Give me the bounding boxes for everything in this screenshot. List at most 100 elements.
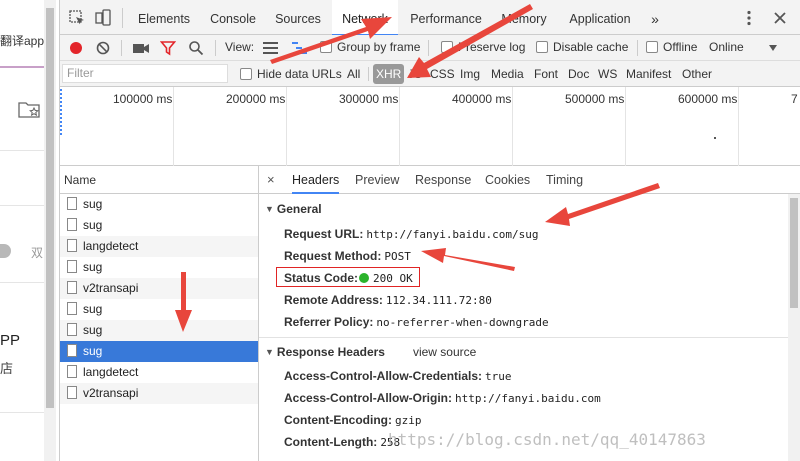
checkbox-box[interactable] <box>240 68 252 80</box>
disable-cache-label: Disable cache <box>553 40 629 54</box>
header-key: Remote Address: <box>284 293 383 307</box>
tab-timing[interactable]: Timing <box>546 166 583 194</box>
close-icon[interactable] <box>771 9 789 27</box>
header-value: no-referrer-when-downgrade <box>376 316 549 329</box>
filter-type-xhr[interactable]: XHR <box>373 64 405 84</box>
header-key: Content-Length: <box>284 435 378 449</box>
checkbox-box[interactable] <box>320 41 332 53</box>
document-icon <box>67 302 77 315</box>
filter-type-font[interactable]: Font <box>534 61 558 87</box>
filter-type-ws[interactable]: WS <box>598 61 617 87</box>
preserve-log-label: Preserve log <box>458 40 526 54</box>
request-row[interactable]: v2transapi <box>60 278 258 299</box>
request-row[interactable]: langdetect <box>60 236 258 257</box>
preserve-log-checkbox[interactable]: Preserve log <box>441 35 525 61</box>
filter-type-css[interactable]: CSS <box>430 61 455 87</box>
response-header-row: Access-Control-Allow-Origin: http://fanyi… <box>284 391 601 405</box>
request-row-selected[interactable]: sug <box>60 341 258 362</box>
checkbox-box[interactable] <box>441 41 453 53</box>
tab-network[interactable]: Network <box>332 0 398 36</box>
waterfall-icon[interactable] <box>292 41 307 55</box>
filter-type-media[interactable]: Media <box>491 61 524 87</box>
view-label: View: <box>225 40 255 54</box>
clear-icon[interactable] <box>95 40 111 56</box>
tab-performance[interactable]: Performance <box>403 0 489 35</box>
throttling-select[interactable]: Online <box>709 35 744 61</box>
header-value: http://fanyi.baidu.com <box>455 392 601 405</box>
devtools-tabbar: Elements Console Sources Network Perform… <box>60 0 800 36</box>
filter-icon[interactable] <box>160 40 176 56</box>
request-row[interactable]: sug <box>60 215 258 236</box>
checkbox-box[interactable] <box>646 41 658 53</box>
general-section-header[interactable]: ▼ General <box>265 202 322 216</box>
header-key: Access-Control-Allow-Credentials: <box>284 369 483 383</box>
toolbar-separator <box>121 40 122 56</box>
request-row[interactable]: v2transapi <box>60 383 258 404</box>
document-icon <box>67 386 77 399</box>
large-rows-icon[interactable] <box>263 41 278 55</box>
search-icon[interactable] <box>188 40 204 56</box>
filter-type-other[interactable]: Other <box>682 61 712 87</box>
header-key: Request URL: <box>284 227 364 241</box>
request-row[interactable]: sug <box>60 194 258 215</box>
tab-cookies[interactable]: Cookies <box>485 166 530 194</box>
request-row[interactable]: sug <box>60 320 258 341</box>
header-key: Access-Control-Allow-Origin: <box>284 391 453 405</box>
filter-type-js[interactable]: JS <box>408 61 422 87</box>
filter-separator <box>368 67 369 81</box>
tab-headers[interactable]: Headers <box>292 166 340 194</box>
timeline-overview[interactable]: 100000 ms 200000 ms 300000 ms 400000 ms … <box>60 87 800 166</box>
view-source-link[interactable]: view source <box>413 345 476 359</box>
disable-cache-checkbox[interactable]: Disable cache <box>536 35 628 61</box>
request-name: sug <box>83 260 103 274</box>
toolbar-separator <box>637 40 638 56</box>
timeline-gridline <box>399 87 400 166</box>
throttle-dropdown-icon[interactable] <box>768 44 778 52</box>
hide-data-urls-checkbox[interactable]: Hide data URLs <box>240 61 342 87</box>
camera-icon[interactable] <box>132 40 150 56</box>
close-details-button[interactable]: × <box>267 166 275 194</box>
group-by-frame-checkbox[interactable]: Group by frame <box>320 35 420 61</box>
toolbar-separator <box>428 40 429 56</box>
request-row[interactable]: sug <box>60 299 258 320</box>
request-url-row: Request URL: http://fanyi.baidu.com/sug <box>284 227 539 241</box>
filter-type-img[interactable]: Img <box>460 61 480 87</box>
tab-sources[interactable]: Sources <box>268 0 328 35</box>
page-separator <box>0 205 44 206</box>
kebab-icon[interactable] <box>740 9 758 27</box>
device-icon[interactable] <box>94 9 112 27</box>
page-toggle[interactable] <box>0 244 11 258</box>
response-headers-section-header[interactable]: ▼ Response Headers view source <box>265 345 476 359</box>
request-name: v2transapi <box>83 386 139 400</box>
name-column-header[interactable]: Name <box>60 166 258 194</box>
tab-application[interactable]: Application <box>559 0 641 35</box>
page-scroll-thumb[interactable] <box>46 8 54 408</box>
filter-type-manifest[interactable]: Manifest <box>626 61 671 87</box>
folder-star-icon[interactable] <box>18 100 42 118</box>
response-headers-title: Response Headers <box>276 345 385 359</box>
details-scroll-thumb[interactable] <box>790 198 798 308</box>
timeline-tick-label: 300000 ms <box>339 92 399 106</box>
inspect-icon[interactable] <box>68 9 86 27</box>
tab-memory[interactable]: Memory <box>493 0 555 35</box>
request-list: Name sug sug langdetect sug v2transapi s… <box>60 166 259 461</box>
offline-checkbox[interactable]: Offline <box>646 35 697 61</box>
record-icon[interactable] <box>68 40 84 56</box>
timeline-tick-label: 100000 ms <box>113 92 173 106</box>
status-code-row: Status Code: 200 OK <box>284 271 413 285</box>
details-scrollbar[interactable] <box>788 194 800 461</box>
checkbox-box[interactable] <box>536 41 548 53</box>
document-icon <box>67 365 77 378</box>
tab-response[interactable]: Response <box>415 166 471 194</box>
filter-type-doc[interactable]: Doc <box>568 61 589 87</box>
more-tabs-button[interactable]: » <box>644 0 666 35</box>
tab-elements[interactable]: Elements <box>130 0 198 35</box>
filter-input[interactable]: Filter <box>62 64 228 83</box>
section-divider <box>259 337 800 338</box>
response-header-row: Content-Length: 258 <box>284 435 400 449</box>
request-row[interactable]: langdetect <box>60 362 258 383</box>
filter-type-all[interactable]: All <box>347 61 360 87</box>
tab-preview[interactable]: Preview <box>355 166 399 194</box>
request-row[interactable]: sug <box>60 257 258 278</box>
tab-console[interactable]: Console <box>202 0 264 35</box>
